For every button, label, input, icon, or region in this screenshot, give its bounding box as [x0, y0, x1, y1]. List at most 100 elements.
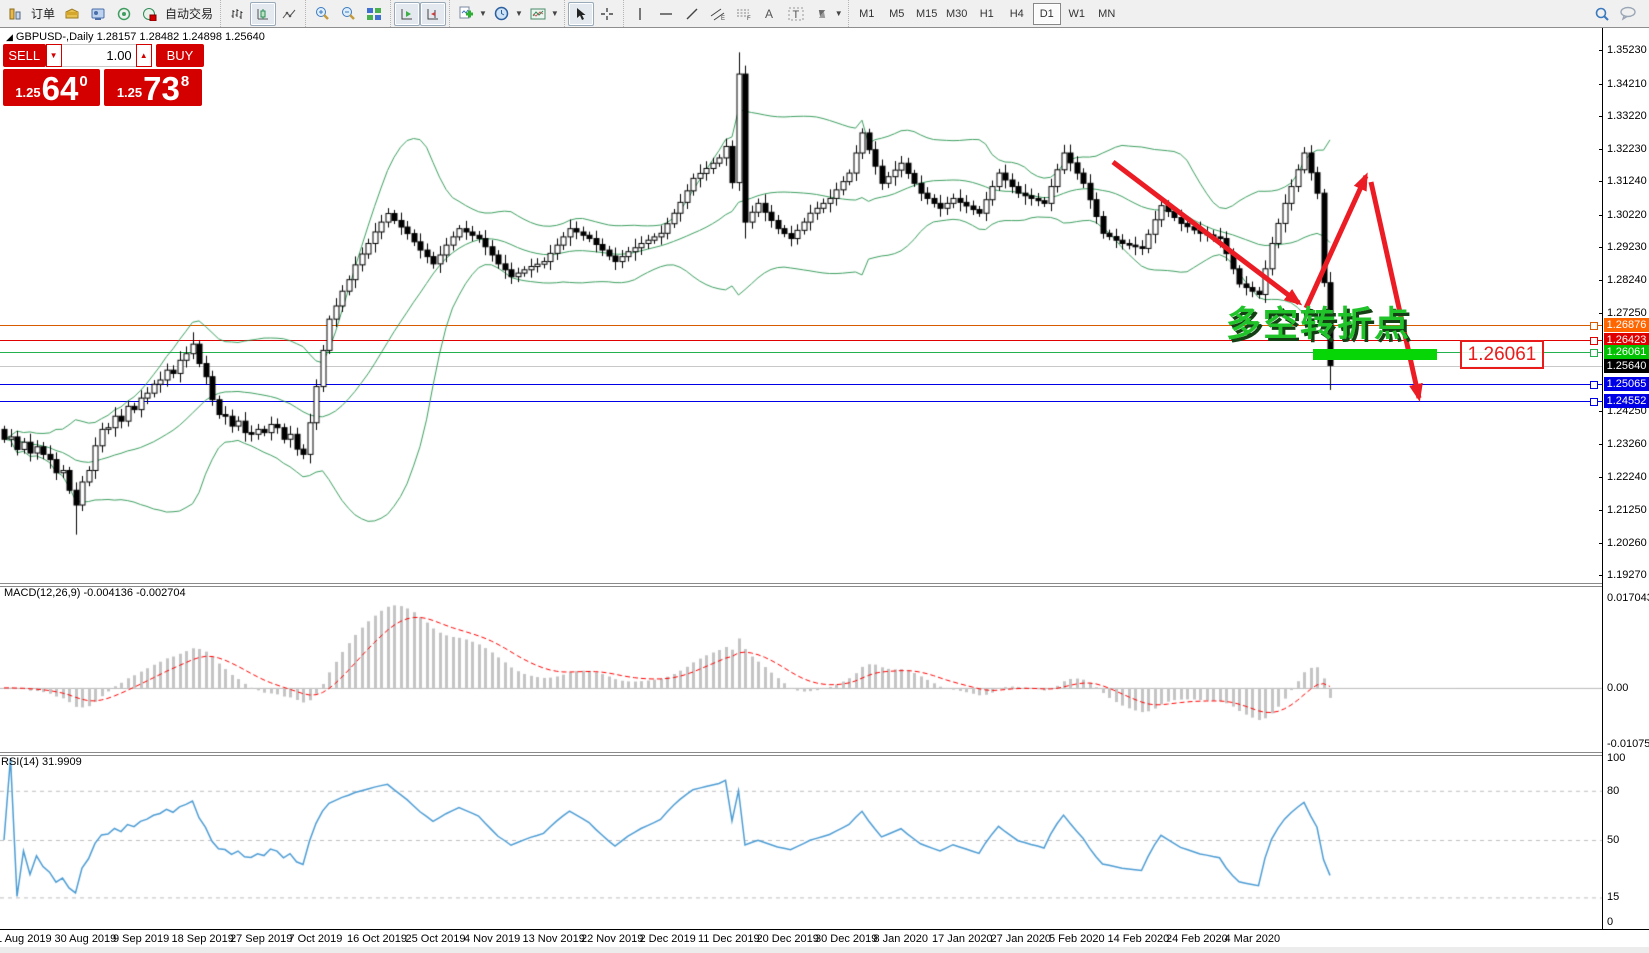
price-tickmark [1599, 149, 1603, 150]
price-box-1.24552: 1.24552 [1604, 394, 1649, 408]
price-tick-label: 1.33220 [1607, 110, 1647, 122]
price-box-1.25640: 1.25640 [1604, 359, 1649, 373]
annotation-text[interactable]: 多空转折点 [1226, 296, 1411, 347]
price-tickmark [1599, 181, 1603, 182]
trend-arrow-segment[interactable] [1371, 182, 1419, 398]
sell-price-panel[interactable]: 1.25 64 0 [3, 69, 100, 106]
timeframe-m1[interactable]: M1 [853, 3, 881, 25]
svg-text:T: T [792, 9, 799, 21]
text-icon[interactable]: A [757, 2, 783, 26]
trendline-icon[interactable] [679, 2, 705, 26]
timeframe-m5[interactable]: M5 [883, 3, 911, 25]
crosshair-icon[interactable] [594, 2, 620, 26]
timeframe-toolbar: M1M5M15M30H1H4D1W1MN [848, 0, 1125, 27]
equidistant-channel-icon[interactable]: E [705, 2, 731, 26]
price-tickmark [1599, 84, 1603, 85]
date-label: 1 Aug 2019 [0, 933, 52, 945]
price-callout-label[interactable]: 1.26061 [1460, 340, 1544, 369]
toolbar-group-objects1: ▼ ▼ ▼ [449, 0, 564, 27]
autotrade-label[interactable]: 自动交易 [165, 5, 213, 22]
buy-price-sup: 8 [181, 73, 189, 90]
price-tick-label: 1.35230 [1607, 44, 1647, 56]
date-label: 4 Nov 2019 [464, 933, 520, 945]
market-watch-icon[interactable] [59, 2, 85, 26]
svg-text:A: A [765, 7, 773, 20]
volume-increase-button[interactable]: ▲ [136, 44, 152, 67]
chart-shift-icon[interactable] [420, 2, 446, 26]
timeframe-m30[interactable]: M30 [943, 3, 971, 25]
date-label: 9 Sep 2019 [113, 933, 169, 945]
rsi-tick-label: 0 [1607, 916, 1613, 928]
toolbar-right-group [1589, 2, 1649, 26]
new-order-label[interactable]: 订单 [31, 5, 55, 22]
one-click-trading-panel: SELL ▼ ▲ BUY 1.25 64 0 1.25 73 8 [3, 44, 204, 106]
trend-arrow-segment[interactable] [1306, 176, 1366, 308]
timeframe-mn[interactable]: MN [1093, 3, 1121, 25]
broadcast-icon[interactable] [111, 2, 137, 26]
timeframe-m15[interactable]: M15 [913, 3, 941, 25]
price-tick-label: 1.19270 [1607, 569, 1647, 581]
buy-button[interactable]: BUY [156, 44, 204, 67]
buy-price-small: 1.25 [117, 85, 142, 100]
bar-chart-icon[interactable] [224, 2, 250, 26]
sell-button[interactable]: SELL [3, 44, 46, 67]
templates-icon[interactable] [525, 2, 551, 26]
arrows-caret[interactable]: ▼ [835, 9, 843, 18]
timeframe-w1[interactable]: W1 [1063, 3, 1091, 25]
tile-windows-icon[interactable] [361, 2, 387, 26]
strategy-tester-icon[interactable] [85, 2, 111, 26]
date-label: 22 Nov 2019 [581, 933, 643, 945]
price-tickmark [1599, 215, 1603, 216]
date-axis[interactable]: 1 Aug 201930 Aug 20199 Sep 201918 Sep 20… [0, 929, 1649, 948]
price-tickmark [1599, 313, 1603, 314]
cursor-icon[interactable] [568, 2, 594, 26]
price-box-1.26876: 1.26876 [1604, 318, 1649, 332]
trend-arrow-segment[interactable] [1113, 162, 1299, 303]
vertical-line-icon[interactable] [627, 2, 653, 26]
search-icon[interactable] [1589, 2, 1615, 26]
highlight-bar[interactable] [1313, 349, 1437, 360]
trend-arrows[interactable] [0, 28, 1602, 929]
price-tick-label: 1.22240 [1607, 471, 1647, 483]
rsi-tick-label: 80 [1607, 785, 1619, 797]
timeframe-h4[interactable]: H4 [1003, 3, 1031, 25]
periods-caret[interactable]: ▼ [515, 9, 523, 18]
fibonacci-icon[interactable]: F [731, 2, 757, 26]
line-chart-icon[interactable] [276, 2, 302, 26]
price-tickmark [1599, 477, 1603, 478]
volume-decrease-button[interactable]: ▼ [46, 44, 62, 67]
buy-price-panel[interactable]: 1.25 73 8 [104, 69, 202, 106]
rsi-tick-label: 100 [1607, 752, 1625, 764]
new-order-button[interactable] [3, 2, 29, 26]
buy-price-big: 73 [143, 74, 180, 104]
auto-scroll-icon[interactable] [394, 2, 420, 26]
price-tick-label: 1.34210 [1607, 78, 1647, 90]
zoom-out-icon[interactable] [335, 2, 361, 26]
price-tickmark [1599, 280, 1603, 281]
volume-input[interactable] [62, 44, 136, 67]
date-label: 30 Dec 2019 [815, 933, 877, 945]
price-tick-label: 1.21250 [1607, 504, 1647, 516]
chart-area[interactable]: ◢GBPUSD-,Daily 1.28157 1.28482 1.24898 1… [0, 28, 1649, 953]
price-axis[interactable]: 1.352301.342101.332201.322301.312401.302… [1602, 28, 1649, 929]
mt4-window: 订单 自动交易 [0, 0, 1649, 953]
arrows-icon[interactable] [809, 2, 835, 26]
price-tickmark [1599, 543, 1603, 544]
add-indicator-caret[interactable]: ▼ [479, 9, 487, 18]
chat-icon[interactable] [1615, 2, 1641, 26]
periods-icon[interactable] [489, 2, 515, 26]
horizontal-line-icon[interactable] [653, 2, 679, 26]
text-label-icon[interactable]: T [783, 2, 809, 26]
candlestick-chart-icon[interactable] [250, 2, 276, 26]
autotrade-icon[interactable] [137, 2, 163, 26]
timeframe-d1[interactable]: D1 [1033, 3, 1061, 25]
date-label: 14 Feb 2020 [1108, 933, 1170, 945]
templates-caret[interactable]: ▼ [551, 9, 559, 18]
macd-tick-label: 0.017043 [1607, 592, 1649, 604]
date-label: 8 Jan 2020 [874, 933, 928, 945]
main-toolbar: 订单 自动交易 [0, 0, 1649, 28]
add-indicator-icon[interactable] [453, 2, 479, 26]
timeframe-h1[interactable]: H1 [973, 3, 1001, 25]
zoom-in-icon[interactable] [309, 2, 335, 26]
date-label: 20 Dec 2019 [757, 933, 819, 945]
